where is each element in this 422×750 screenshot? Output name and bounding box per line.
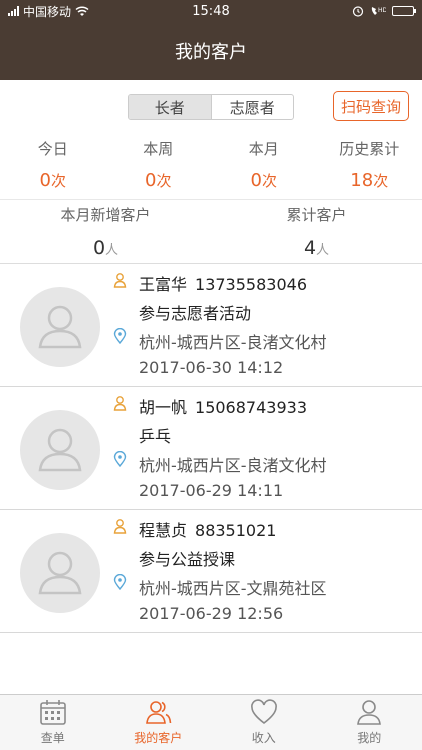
customer-datetime: 2017-06-30 14:12 xyxy=(139,358,284,377)
tab-label: 我的 xyxy=(357,731,382,745)
stat-unit: 次 xyxy=(373,172,389,190)
tab-orders[interactable]: 查单 xyxy=(0,695,106,750)
avatar xyxy=(20,533,100,613)
stat-history: 历史累计 18次 xyxy=(339,140,400,191)
heart-icon xyxy=(250,699,277,725)
customer-name: 王富华 xyxy=(139,275,188,294)
stat-week: 本周 0次 xyxy=(143,140,174,191)
list-item[interactable]: 胡一帆 15068743933 乒乓 杭州-城西片区-良渚文化村 2017-06-… xyxy=(0,387,422,510)
tab-my-customers[interactable]: 我的客户 xyxy=(106,695,212,750)
stat-unit: 次 xyxy=(261,172,277,190)
customer-list: 王富华 13735583046 参与志愿者活动 杭州-城西片区-良渚文化村 201… xyxy=(0,264,422,633)
customer-location: 杭州-城西片区-良渚文化村 xyxy=(139,456,327,475)
segment-elder[interactable]: 长者 xyxy=(129,95,211,119)
customer-phone: 13735583046 xyxy=(195,275,307,294)
tab-label: 我的客户 xyxy=(134,731,183,745)
customer-phone: 15068743933 xyxy=(195,398,307,417)
scan-query-button[interactable]: 扫码查询 xyxy=(333,91,409,121)
location-pin-icon xyxy=(113,328,127,344)
customer-activity: 乒乓 xyxy=(139,427,172,446)
stat-unit: 次 xyxy=(156,172,172,190)
calendar-icon xyxy=(39,700,66,725)
tab-mine[interactable]: 我的 xyxy=(317,695,422,750)
customer-phone: 88351021 xyxy=(195,521,277,540)
tab-bar: 查单 我的客户 收入 我的 xyxy=(0,694,422,750)
page-title: 我的客户 xyxy=(175,42,247,63)
customer-name: 程慧贞 xyxy=(139,521,188,540)
status-bar: 中国移动 15:48 HD xyxy=(0,0,422,22)
person-icon xyxy=(113,396,127,411)
avatar xyxy=(20,287,100,367)
customer-activity: 参与公益授课 xyxy=(139,550,236,569)
status-time: 15:48 xyxy=(192,3,230,19)
total-new-month: 本月新增客户 0人 xyxy=(60,206,151,259)
customer-datetime: 2017-06-29 14:11 xyxy=(139,481,284,500)
location-pin-icon xyxy=(113,451,127,467)
list-item[interactable]: 程慧贞 88351021 参与公益授课 杭州-城西片区-文鼎苑社区 2017-06… xyxy=(0,510,422,633)
stat-unit: 次 xyxy=(50,172,66,190)
total-unit: 人 xyxy=(316,243,330,258)
total-all: 累计客户 4人 xyxy=(286,206,347,259)
total-unit: 人 xyxy=(105,243,119,258)
battery-icon xyxy=(392,6,416,16)
tab-label: 查单 xyxy=(40,731,65,745)
segment-control: 长者 志愿者 xyxy=(128,94,294,120)
location-pin-icon xyxy=(113,574,127,590)
stat-month: 本月 0次 xyxy=(248,140,279,191)
avatar xyxy=(20,410,100,490)
toolbar: 长者 志愿者 扫码查询 xyxy=(0,80,422,134)
stat-value: 0 xyxy=(39,170,51,191)
customer-location: 杭州-城西片区-良渚文化村 xyxy=(139,333,327,352)
stat-value: 0 xyxy=(145,170,157,191)
visit-stats: 今日 0次 本周 0次 本月 0次 历史累计 18次 xyxy=(0,134,422,200)
customer-datetime: 2017-06-29 12:56 xyxy=(139,604,284,623)
customer-activity: 参与志愿者活动 xyxy=(139,304,252,323)
stat-value: 18 xyxy=(350,170,374,191)
tab-label: 收入 xyxy=(251,731,276,745)
person-icon xyxy=(113,273,127,288)
tab-income[interactable]: 收入 xyxy=(211,695,317,750)
customer-location: 杭州-城西片区-文鼎苑社区 xyxy=(139,579,327,598)
total-value: 0 xyxy=(92,237,106,259)
list-item[interactable]: 王富华 13735583046 参与志愿者活动 杭州-城西片区-良渚文化村 201… xyxy=(0,264,422,387)
stat-value: 0 xyxy=(250,170,262,191)
total-value: 4 xyxy=(303,237,317,259)
person-icon xyxy=(113,519,127,534)
segment-volunteer[interactable]: 志愿者 xyxy=(210,95,294,119)
nav-bar: 我的客户 xyxy=(0,22,422,80)
stat-today: 今日 0次 xyxy=(37,140,68,191)
customer-totals: 本月新增客户 0人 累计客户 4人 xyxy=(0,200,422,264)
customer-name: 胡一帆 xyxy=(139,398,188,417)
users-icon xyxy=(146,701,172,724)
person-icon xyxy=(357,700,382,725)
